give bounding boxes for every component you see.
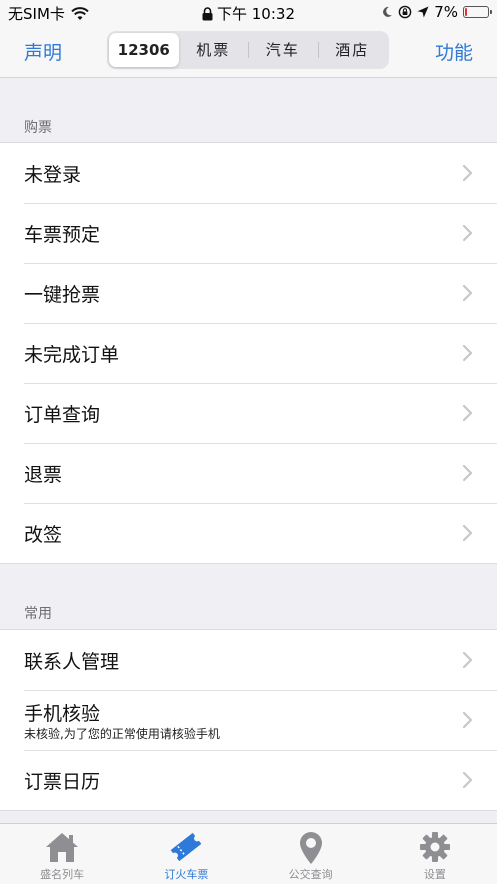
location-arrow-icon bbox=[417, 6, 429, 18]
battery-icon bbox=[463, 6, 492, 18]
chevron-right-icon bbox=[462, 284, 473, 302]
row-unfinished-orders[interactable]: 未完成订单 bbox=[0, 323, 497, 383]
chevron-right-icon bbox=[462, 464, 473, 482]
segment-bus[interactable]: 汽车 bbox=[248, 33, 318, 67]
chevron-right-icon bbox=[462, 771, 473, 789]
row-title: 订票日历 bbox=[24, 771, 101, 793]
functions-button[interactable]: 功能 bbox=[435, 38, 473, 65]
status-bar: 无SIM卡 下午 10:32 7% bbox=[0, 0, 497, 24]
segment-12306[interactable]: 12306 bbox=[109, 33, 179, 67]
row-title: 一键抢票 bbox=[24, 284, 101, 306]
segment-flights[interactable]: 机票 bbox=[179, 33, 249, 67]
status-right: 7% bbox=[381, 3, 492, 21]
row-title: 车票预定 bbox=[24, 224, 101, 246]
battery-percent: 7% bbox=[434, 3, 458, 21]
home-icon bbox=[46, 833, 79, 862]
row-title: 改签 bbox=[24, 524, 63, 546]
chevron-right-icon bbox=[462, 711, 473, 729]
chevron-right-icon bbox=[462, 224, 473, 242]
chevron-right-icon bbox=[462, 164, 473, 182]
navigation-bar: 声明 12306 机票 汽车 酒店 功能 bbox=[0, 24, 497, 78]
chevron-right-icon bbox=[462, 651, 473, 669]
tab-label: 公交查询 bbox=[288, 868, 333, 881]
orientation-lock-icon bbox=[398, 5, 412, 19]
common-group: 联系人管理 手机核验 未核验,为了您的正常使用请核验手机 订票日历 bbox=[0, 629, 497, 811]
row-ticket-calendar[interactable]: 订票日历 bbox=[0, 750, 497, 810]
row-ticket-booking[interactable]: 车票预定 bbox=[0, 203, 497, 263]
tab-bar: 盛名列车 订火车票 公交查询 设置 bbox=[0, 823, 497, 884]
gear-icon bbox=[419, 832, 450, 862]
category-segmented-control: 12306 机票 汽车 酒店 bbox=[107, 31, 389, 69]
row-one-click-grab[interactable]: 一键抢票 bbox=[0, 263, 497, 323]
chevron-right-icon bbox=[462, 404, 473, 422]
map-pin-icon bbox=[299, 832, 322, 864]
moon-icon bbox=[383, 6, 393, 17]
row-refund[interactable]: 退票 bbox=[0, 443, 497, 503]
row-contacts[interactable]: 联系人管理 bbox=[0, 630, 497, 690]
tab-shengming-train[interactable]: 盛名列车 bbox=[0, 824, 124, 884]
row-title: 订单查询 bbox=[24, 404, 101, 426]
row-title: 联系人管理 bbox=[24, 651, 120, 673]
row-login[interactable]: 未登录 bbox=[0, 143, 497, 203]
tickets-group: 未登录 车票预定 一键抢票 未完成订单 订单查询 退票 改签 bbox=[0, 142, 497, 564]
battery-level bbox=[465, 8, 467, 16]
tab-settings[interactable]: 设置 bbox=[373, 824, 497, 884]
tab-book-train-ticket[interactable]: 订火车票 bbox=[124, 824, 248, 884]
segment-hotel[interactable]: 酒店 bbox=[317, 33, 388, 67]
row-title: 退票 bbox=[24, 464, 63, 486]
row-title: 未完成订单 bbox=[24, 344, 120, 366]
status-time: 下午 10:32 bbox=[217, 5, 295, 23]
chevron-right-icon bbox=[462, 344, 473, 362]
row-order-query[interactable]: 订单查询 bbox=[0, 383, 497, 443]
statement-button[interactable]: 声明 bbox=[24, 38, 62, 65]
row-subtitle: 未核验,为了您的正常使用请核验手机 bbox=[24, 727, 220, 741]
ticket-icon bbox=[171, 832, 202, 862]
chevron-right-icon bbox=[462, 524, 473, 542]
tab-label: 订火车票 bbox=[164, 868, 209, 881]
tab-bus-query[interactable]: 公交查询 bbox=[249, 824, 373, 884]
row-title: 未登录 bbox=[24, 164, 82, 186]
row-title: 手机核验 bbox=[24, 703, 101, 725]
tab-label: 设置 bbox=[423, 868, 446, 881]
row-change-ticket[interactable]: 改签 bbox=[0, 503, 497, 563]
row-phone-verify[interactable]: 手机核验 未核验,为了您的正常使用请核验手机 bbox=[0, 690, 497, 750]
section-header-tickets: 购票 bbox=[24, 120, 52, 136]
section-header-common: 常用 bbox=[24, 606, 52, 622]
tab-label: 盛名列车 bbox=[40, 868, 85, 881]
lock-icon bbox=[202, 6, 213, 20]
